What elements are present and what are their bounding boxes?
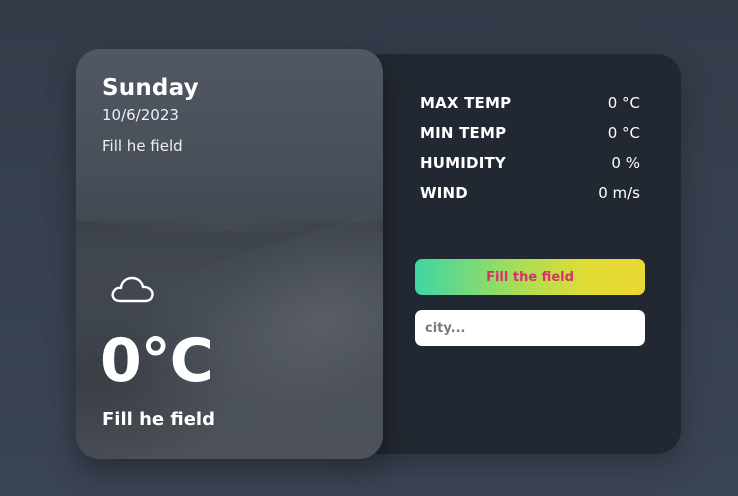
cloud-icon [108, 271, 156, 307]
weather-app: Sunday 10/6/2023 Fill he field 0°C Fill … [76, 49, 681, 459]
date-text: 10/6/2023 [102, 106, 179, 124]
stats-list: MAX TEMP 0 °C MIN TEMP 0 °C HUMIDITY 0 %… [420, 88, 640, 208]
weather-card: Sunday 10/6/2023 Fill he field 0°C Fill … [76, 49, 383, 459]
stat-label: MAX TEMP [420, 94, 512, 112]
stat-value: 0 % [611, 154, 640, 172]
stat-value: 0 °C [607, 94, 640, 112]
day-name: Sunday [102, 75, 199, 101]
stat-row-wind: WIND 0 m/s [420, 178, 640, 208]
stat-row-min-temp: MIN TEMP 0 °C [420, 118, 640, 148]
stat-label: MIN TEMP [420, 124, 507, 142]
stat-value: 0 °C [607, 124, 640, 142]
stat-label: HUMIDITY [420, 154, 506, 172]
stat-value: 0 m/s [598, 184, 640, 202]
weather-description: Fill he field [102, 409, 215, 430]
stat-row-max-temp: MAX TEMP 0 °C [420, 88, 640, 118]
stat-label: WIND [420, 184, 468, 202]
fill-field-button[interactable]: Fill the field [415, 259, 645, 295]
temperature-value: 0°C [100, 326, 214, 396]
stat-row-humidity: HUMIDITY 0 % [420, 148, 640, 178]
location-text: Fill he field [102, 137, 183, 155]
city-input[interactable] [415, 310, 645, 346]
